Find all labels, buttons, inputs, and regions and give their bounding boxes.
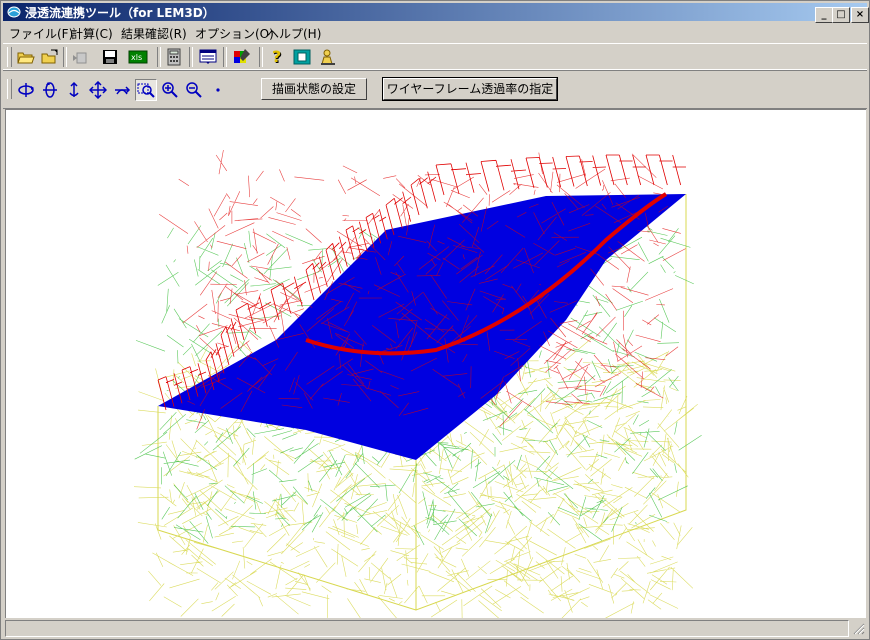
pan-icon[interactable] xyxy=(87,79,109,101)
calculator-icon[interactable] xyxy=(163,46,185,68)
3d-viewport[interactable] xyxy=(5,109,866,624)
minimize-button[interactable]: _ xyxy=(815,7,833,23)
rotate-horizontal-icon[interactable] xyxy=(111,79,133,101)
menu-bar: ファイル(F) 計算(C) 結果確認(R) オプション(O) ヘルプ(H) xyxy=(3,23,867,42)
rotate-x-icon[interactable] xyxy=(15,79,37,101)
list-view-icon[interactable] xyxy=(197,46,219,68)
toolbar-separator xyxy=(63,47,67,67)
view-toolbar: 描画状態の設定 ワイヤーフレーム透過率の指定 xyxy=(3,69,867,109)
menu-help[interactable]: ヘルプ(H) xyxy=(267,25,321,42)
import-icon[interactable] xyxy=(69,46,91,68)
slope-model-render xyxy=(133,149,702,624)
point-icon[interactable] xyxy=(207,79,229,101)
close-button[interactable]: × xyxy=(851,7,869,23)
wireframe-opacity-button[interactable]: ワイヤーフレーム透過率の指定 xyxy=(382,77,558,101)
open-file-icon[interactable] xyxy=(39,46,61,68)
application-window: 浸透流連携ツール（for LEM3D） _ □ × ファイル(F) 計算(C) … xyxy=(0,0,870,640)
menu-options[interactable]: オプション(O) xyxy=(195,25,274,42)
maximize-button[interactable]: □ xyxy=(832,7,850,23)
color-palette-icon[interactable] xyxy=(231,46,253,68)
resize-grip-icon[interactable] xyxy=(851,621,865,635)
help-icon[interactable]: ?? xyxy=(267,46,289,68)
status-bar xyxy=(3,619,867,637)
toolbar-grip[interactable] xyxy=(7,47,12,67)
export-csv-icon[interactable]: xls xyxy=(127,46,149,68)
toolbar-separator xyxy=(157,47,161,67)
menu-results[interactable]: 結果確認(R) xyxy=(121,25,187,42)
draw-settings-button[interactable]: 描画状態の設定 xyxy=(261,78,367,100)
toolbar-separator xyxy=(259,47,263,67)
toolbar-separator xyxy=(223,47,227,67)
menu-file[interactable]: ファイル(F) xyxy=(9,25,73,42)
menu-calc[interactable]: 計算(C) xyxy=(71,25,113,42)
open-folder-icon[interactable] xyxy=(15,46,37,68)
rotate-vertical-icon[interactable] xyxy=(63,79,85,101)
display-icon[interactable] xyxy=(291,46,313,68)
status-panel xyxy=(5,620,849,637)
save-icon[interactable] xyxy=(99,46,121,68)
user-icon[interactable] xyxy=(317,46,339,68)
toolbar-grip[interactable] xyxy=(7,79,12,99)
zoom-window-icon[interactable] xyxy=(135,79,157,101)
svg-text:xls: xls xyxy=(131,53,142,62)
title-bar[interactable]: 浸透流連携ツール（for LEM3D） _ □ × xyxy=(3,3,869,23)
window-title: 浸透流連携ツール（for LEM3D） xyxy=(25,6,215,20)
zoom-in-icon[interactable] xyxy=(159,79,181,101)
rotate-y-icon[interactable] xyxy=(39,79,61,101)
main-toolbar: xls ?? xyxy=(3,43,867,71)
toolbar-separator xyxy=(189,47,193,67)
zoom-out-icon[interactable] xyxy=(183,79,205,101)
app-icon xyxy=(7,6,21,18)
svg-text:?: ? xyxy=(272,48,281,66)
